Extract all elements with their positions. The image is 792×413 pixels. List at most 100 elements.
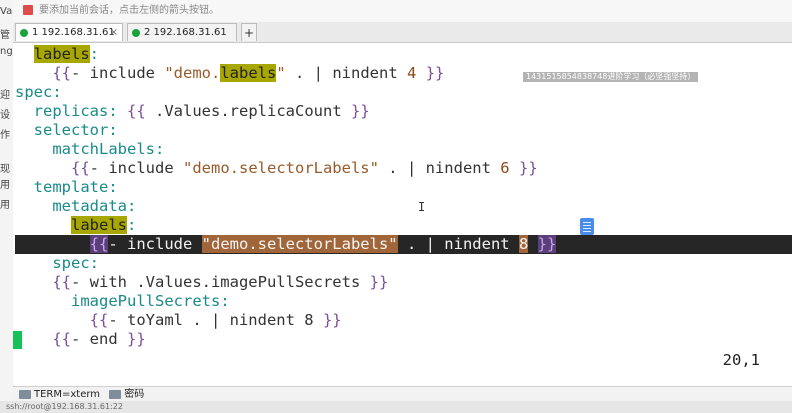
code-token: replicas — [33, 102, 109, 120]
code-token: - end — [71, 330, 127, 348]
code-token: }} — [351, 102, 370, 120]
code-token: : — [108, 102, 118, 120]
code-token: {{ — [89, 311, 109, 329]
keyboard-icon — [109, 389, 122, 399]
document-icon[interactable] — [580, 218, 594, 235]
tab-bar: 1 192.168.31.61 × 2 192.168.31.61 + — [13, 22, 792, 43]
tab-label: 1 192.168.31.61 — [32, 27, 115, 38]
code-token: selector — [33, 121, 109, 139]
sidebar-fragment: 作 — [0, 130, 10, 141]
code-token: - include — [71, 64, 165, 82]
connected-status-icon — [20, 29, 28, 37]
code-line: {{- end }} — [15, 330, 792, 349]
code-token: {{ — [89, 235, 109, 253]
code-line: {{- with .Values.imagePullSecrets }} — [15, 273, 792, 292]
sidebar-fragment: 管 — [0, 30, 10, 41]
code-line: selector: — [15, 121, 792, 140]
code-token: "demo. — [164, 64, 221, 82]
code-token: : — [89, 254, 99, 272]
code-token: matchLabels — [52, 140, 155, 158]
code-line: labels: — [15, 216, 792, 235]
code-token: : — [220, 292, 230, 310]
code-token: - include — [89, 159, 183, 177]
terminal-icon — [19, 389, 31, 399]
code-token: labels — [220, 64, 277, 82]
connected-status-icon — [132, 29, 140, 37]
code-line: spec: — [15, 254, 792, 273]
terminal-editor[interactable]: {{- end }} {{- toYaml . | nindent 8 }} i… — [13, 43, 792, 385]
code-token: 4 — [407, 64, 417, 82]
code-token: metadata — [52, 197, 127, 215]
sidebar-fragment: Va — [0, 6, 13, 17]
sidebar-fragment: ng — [0, 46, 13, 57]
code-token: : — [108, 178, 118, 196]
code-token: {{ — [52, 273, 71, 291]
code-line: replicas: {{ .Values.replicaCount }} — [15, 102, 792, 121]
current-line: {{- include "demo.selectorLabels" . | ni… — [15, 235, 792, 254]
tab-label: 2 192.168.31.61 — [144, 27, 227, 38]
code-token: : — [154, 140, 165, 158]
code-token: {{ — [71, 159, 90, 177]
code-token: labels — [71, 216, 127, 234]
code-token: {{ — [52, 64, 71, 82]
sidebar-fragment: 设 — [0, 110, 10, 121]
code-line: matchLabels: — [15, 140, 792, 159]
connection-bar: ssh://root@192.168.31.61:22 — [0, 401, 792, 413]
term-type[interactable]: TERM=xterm — [34, 389, 100, 400]
warning-icon — [23, 5, 33, 15]
code-line: spec: — [15, 83, 792, 102]
status-bar: TERM=xterm 密码 — [13, 386, 792, 402]
code-token: }} — [322, 311, 342, 329]
code-line: {{- include "demo.selectorLabels" . | ni… — [15, 159, 792, 178]
hint-text: 要添加当前会话，点击左侧的箭头按钮。 — [39, 5, 219, 16]
connection-url: ssh://root@192.168.31.61:22 — [6, 402, 123, 411]
code-token: " — [276, 64, 286, 82]
code-token: : — [52, 83, 62, 101]
code-token: "demo.selectorLabels" — [183, 159, 379, 177]
code-token: : — [127, 216, 137, 234]
video-overlay-text: 1431515854838748进阶学习（必坚强坚持） — [523, 72, 699, 82]
code-token: {{ — [127, 102, 146, 120]
code-token: }} — [127, 330, 146, 348]
code-token: . | nindent — [378, 159, 501, 177]
code-token: : — [108, 121, 118, 139]
code-token: imagePullSecrets — [71, 292, 221, 310]
code-token: - toYaml . | nindent 8 — [108, 311, 323, 329]
encoding-label[interactable]: 密码 — [124, 389, 144, 400]
text-cursor-icon: I — [418, 200, 426, 214]
code-token: }} — [425, 64, 445, 82]
code-token: - include — [108, 235, 202, 253]
code-token: 6 — [500, 159, 510, 177]
code-token: - with .Values.imagePullSecrets — [71, 273, 370, 291]
new-tab-button[interactable]: + — [241, 23, 257, 41]
close-icon[interactable]: × — [110, 24, 118, 42]
sidebar-fragment: 用 — [0, 200, 10, 211]
code-token: : — [126, 197, 137, 215]
code-token: . | nindent — [285, 64, 407, 82]
code-line: template: — [15, 178, 792, 197]
cursor-position: 20,1 — [722, 351, 760, 369]
code-line: labels: — [15, 45, 792, 64]
sidebar-fragment: 迎 — [0, 90, 10, 101]
code-line: imagePullSecrets: — [15, 292, 792, 311]
session-hint-bar: 要添加当前会话，点击左侧的箭头按钮。 — [13, 0, 792, 23]
code-token: .Values.replicaCount — [145, 102, 351, 120]
sidebar-fragment: 现 — [0, 164, 10, 175]
code-token: spec — [15, 83, 53, 101]
code-token: template — [33, 178, 109, 196]
code-token: {{ — [52, 330, 71, 348]
sidebar-fragment: 用 — [0, 180, 10, 191]
code-token: spec — [52, 254, 90, 272]
code-token: labels — [33, 45, 90, 63]
tab-session-2[interactable]: 2 192.168.31.61 — [127, 23, 237, 41]
tab-session-1[interactable]: 1 192.168.31.61 × — [15, 23, 123, 41]
left-sidebar: Va 管 ng 迎设作现用用 — [0, 0, 14, 413]
code-token: : — [89, 45, 100, 63]
code-token: "demo.selectorLabels" — [201, 235, 398, 253]
code-token: }} — [518, 159, 538, 177]
code-token: 8 — [518, 235, 529, 253]
